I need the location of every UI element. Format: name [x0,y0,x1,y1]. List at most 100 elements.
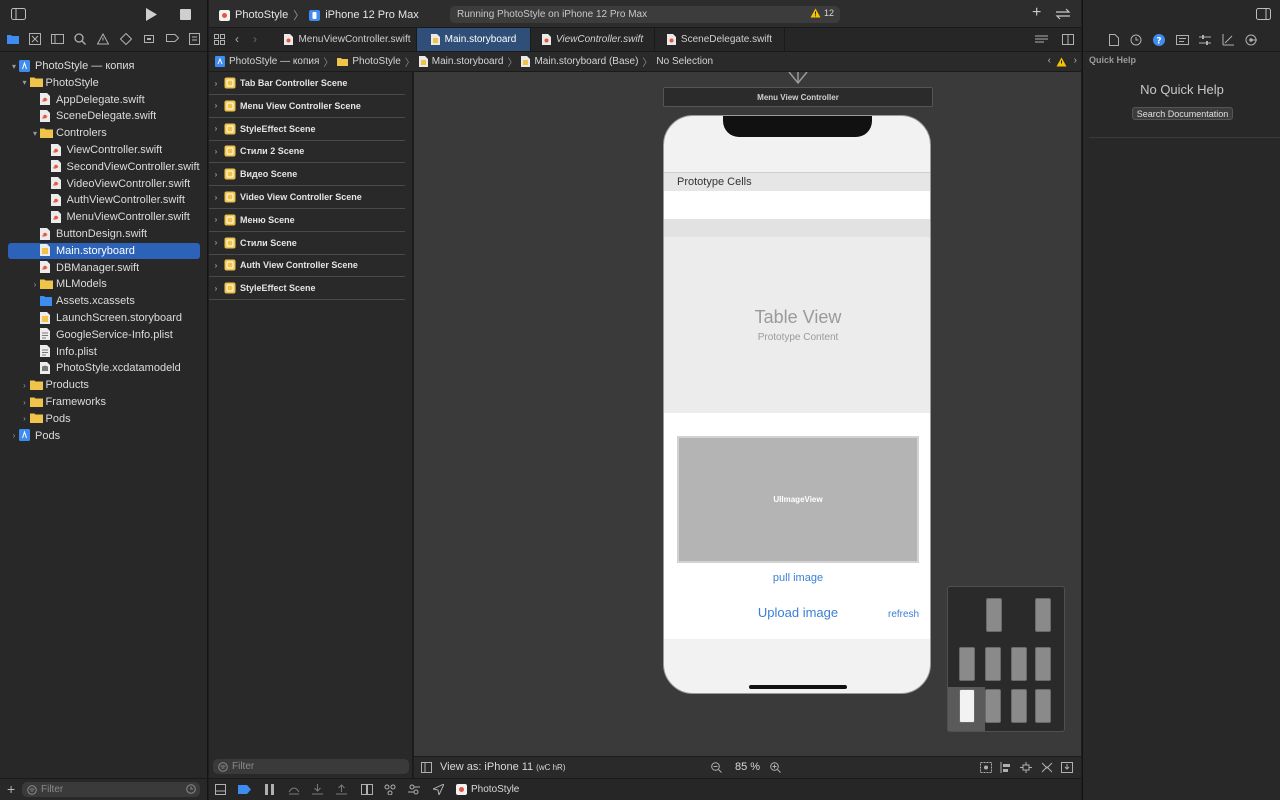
environment-overrides-icon[interactable] [408,784,420,795]
table-view[interactable]: Table View Prototype Content [664,237,930,413]
add-icon[interactable]: + [7,782,15,796]
disclosure-closed-icon[interactable]: › [211,238,221,248]
symbol-navigator-icon[interactable] [51,33,65,47]
disclosure-closed-icon[interactable]: › [211,101,221,111]
grid-icon[interactable] [214,34,225,45]
zoom-in-icon[interactable] [770,762,781,773]
outline-scene-item[interactable]: › Стили 2 Scene [209,140,405,164]
tree-item-file-datamodel[interactable]: PhotoStyle.xcdatamodeld [8,360,200,376]
disclosure-closed-icon[interactable]: › [211,146,221,156]
add-editor-icon[interactable] [1062,34,1074,45]
recent-files-icon[interactable] [186,784,196,794]
device-name[interactable]: iPhone 12 Pro Max [325,9,419,21]
breadcrumb-file[interactable]: Main.storyboard [418,56,503,67]
step-over-icon[interactable] [288,784,300,795]
folder-navigator-icon[interactable] [6,33,20,47]
outline-scene-item[interactable]: › Menu View Controller Scene [209,95,405,118]
tree-item-project-pods[interactable]: › Pods [8,428,200,444]
embed-in-icon[interactable] [1061,762,1073,773]
outline-scene-item[interactable]: › Видео Scene [209,163,405,187]
minimap-scene[interactable] [1011,689,1027,723]
editor-options-icon[interactable] [1035,35,1048,45]
canvas-minimap[interactable] [947,586,1065,732]
disclosure-closed-icon[interactable]: › [20,397,30,407]
previous-issue-icon[interactable]: ‹ [1048,55,1051,66]
tree-item-file-authviewcontroller[interactable]: AuthViewController.swift [8,192,200,208]
source-control-icon[interactable] [29,33,43,47]
tree-item-file-menuviewcontroller[interactable]: MenuViewController.swift [8,209,200,225]
size-inspector-icon[interactable] [1222,34,1234,46]
disclosure-closed-icon[interactable]: › [9,431,19,441]
add-library-icon[interactable]: + [1032,5,1041,21]
disclosure-closed-icon[interactable]: › [211,78,221,88]
tree-item-file-buttondesign[interactable]: ButtonDesign.swift [8,226,200,242]
tree-item-file-info-plist[interactable]: Info.plist [8,344,200,360]
sidebar-toggle-icon[interactable] [11,8,26,20]
storyboard-canvas[interactable]: Menu View Controller Prototype Cells Tab… [414,72,1081,756]
breadcrumb-project[interactable]: PhotoStyle — копия [215,56,319,67]
minimap-scene[interactable] [959,647,975,681]
device-frame[interactable]: Prototype Cells Table View Prototype Con… [663,115,931,694]
outline-filter-field[interactable]: Filter [213,759,409,774]
prototype-cell[interactable] [664,191,930,219]
view-hierarchy-icon[interactable] [361,784,373,795]
test-navigator-icon[interactable] [120,33,134,47]
stop-button[interactable] [180,9,191,20]
disclosure-closed-icon[interactable]: › [20,380,30,390]
warning-badge[interactable]: 12 [810,8,834,18]
inspector-toggle-icon[interactable] [1256,8,1271,20]
warning-icon[interactable] [1056,57,1067,67]
minimap-scene[interactable] [985,647,1001,681]
scheme-selector[interactable]: PhotoStyle 〉 iPhone 12 Pro Max [219,7,419,23]
disclosure-closed-icon[interactable]: › [211,260,221,270]
tab-menu-view-controller[interactable]: MenuViewController.swift [279,28,417,51]
prototype-cell[interactable] [664,219,930,237]
quick-help-icon[interactable]: ? [1153,34,1165,46]
tree-item-file-scenedelegate[interactable]: SceneDelegate.swift [8,108,200,124]
file-inspector-icon[interactable] [1109,34,1119,46]
outline-scene-item[interactable]: › StyleEffect Scene [209,118,405,141]
run-button[interactable] [145,8,157,21]
tree-item-file-launchscreen[interactable]: LaunchScreen.storyboard [8,310,200,326]
connections-inspector-icon[interactable] [1245,34,1257,46]
outline-scene-item[interactable]: › Video View Controller Scene [209,186,405,209]
zoom-level[interactable]: 85 % [735,761,760,773]
add-constraints-icon[interactable] [1020,762,1032,773]
tree-item-file-secondviewcontroller[interactable]: SecondViewController.swift [8,159,200,175]
forward-icon[interactable]: › [253,32,257,46]
tab-scene-delegate[interactable]: SceneDelegate.swift [655,28,785,51]
outline-scene-item[interactable]: › Auth View Controller Scene [209,254,405,278]
attributes-inspector-icon[interactable] [1199,34,1211,46]
tree-item-file-appdelegate[interactable]: AppDelegate.swift [8,92,200,108]
minimap-scene[interactable] [1035,598,1051,632]
code-review-icon[interactable] [1055,8,1071,20]
outline-scene-item[interactable]: › Меню Scene [209,209,405,232]
zoom-out-icon[interactable] [711,762,722,773]
tree-item-group-products[interactable]: › Products [8,377,200,393]
identity-inspector-icon[interactable] [1176,34,1189,46]
refresh-button[interactable]: refresh [888,609,919,620]
hide-debug-area-icon[interactable] [215,784,226,795]
tree-item-file-googleservice-info[interactable]: GoogleService-Info.plist [8,327,200,343]
disclosure-closed-icon[interactable]: › [211,283,221,293]
tree-item-group-mlmodels[interactable]: › MLModels [8,276,200,292]
tree-item-project-root[interactable]: ▾ PhotoStyle — копия [8,58,200,74]
report-navigator-icon[interactable] [189,33,203,47]
issue-navigator-icon[interactable] [97,33,111,47]
scene-title-bar[interactable]: Menu View Controller [663,87,933,107]
tree-item-group-photostyle[interactable]: ▾ PhotoStyle [8,75,200,91]
tab-main-storyboard[interactable]: Main.storyboard [417,28,531,51]
minimap-scene[interactable] [1011,647,1027,681]
image-view[interactable]: UIImageView [677,436,919,563]
step-out-icon[interactable] [336,784,347,795]
tree-item-file-videoviewcontroller[interactable]: VideoViewController.swift [8,176,200,192]
tree-item-group-frameworks[interactable]: › Frameworks [8,394,200,410]
find-navigator-icon[interactable] [74,33,88,47]
disclosure-open-icon[interactable]: ▾ [9,61,19,71]
outline-scene-item[interactable]: › Tab Bar Controller Scene [209,72,405,95]
tree-item-file-viewcontroller[interactable]: ViewController.swift [8,142,200,158]
breadcrumb-base[interactable]: Main.storyboard (Base) [521,56,638,67]
breakpoint-navigator-icon[interactable] [166,33,180,47]
outline-scene-item[interactable]: › Стили Scene [209,232,405,255]
back-icon[interactable]: ‹ [235,32,239,46]
